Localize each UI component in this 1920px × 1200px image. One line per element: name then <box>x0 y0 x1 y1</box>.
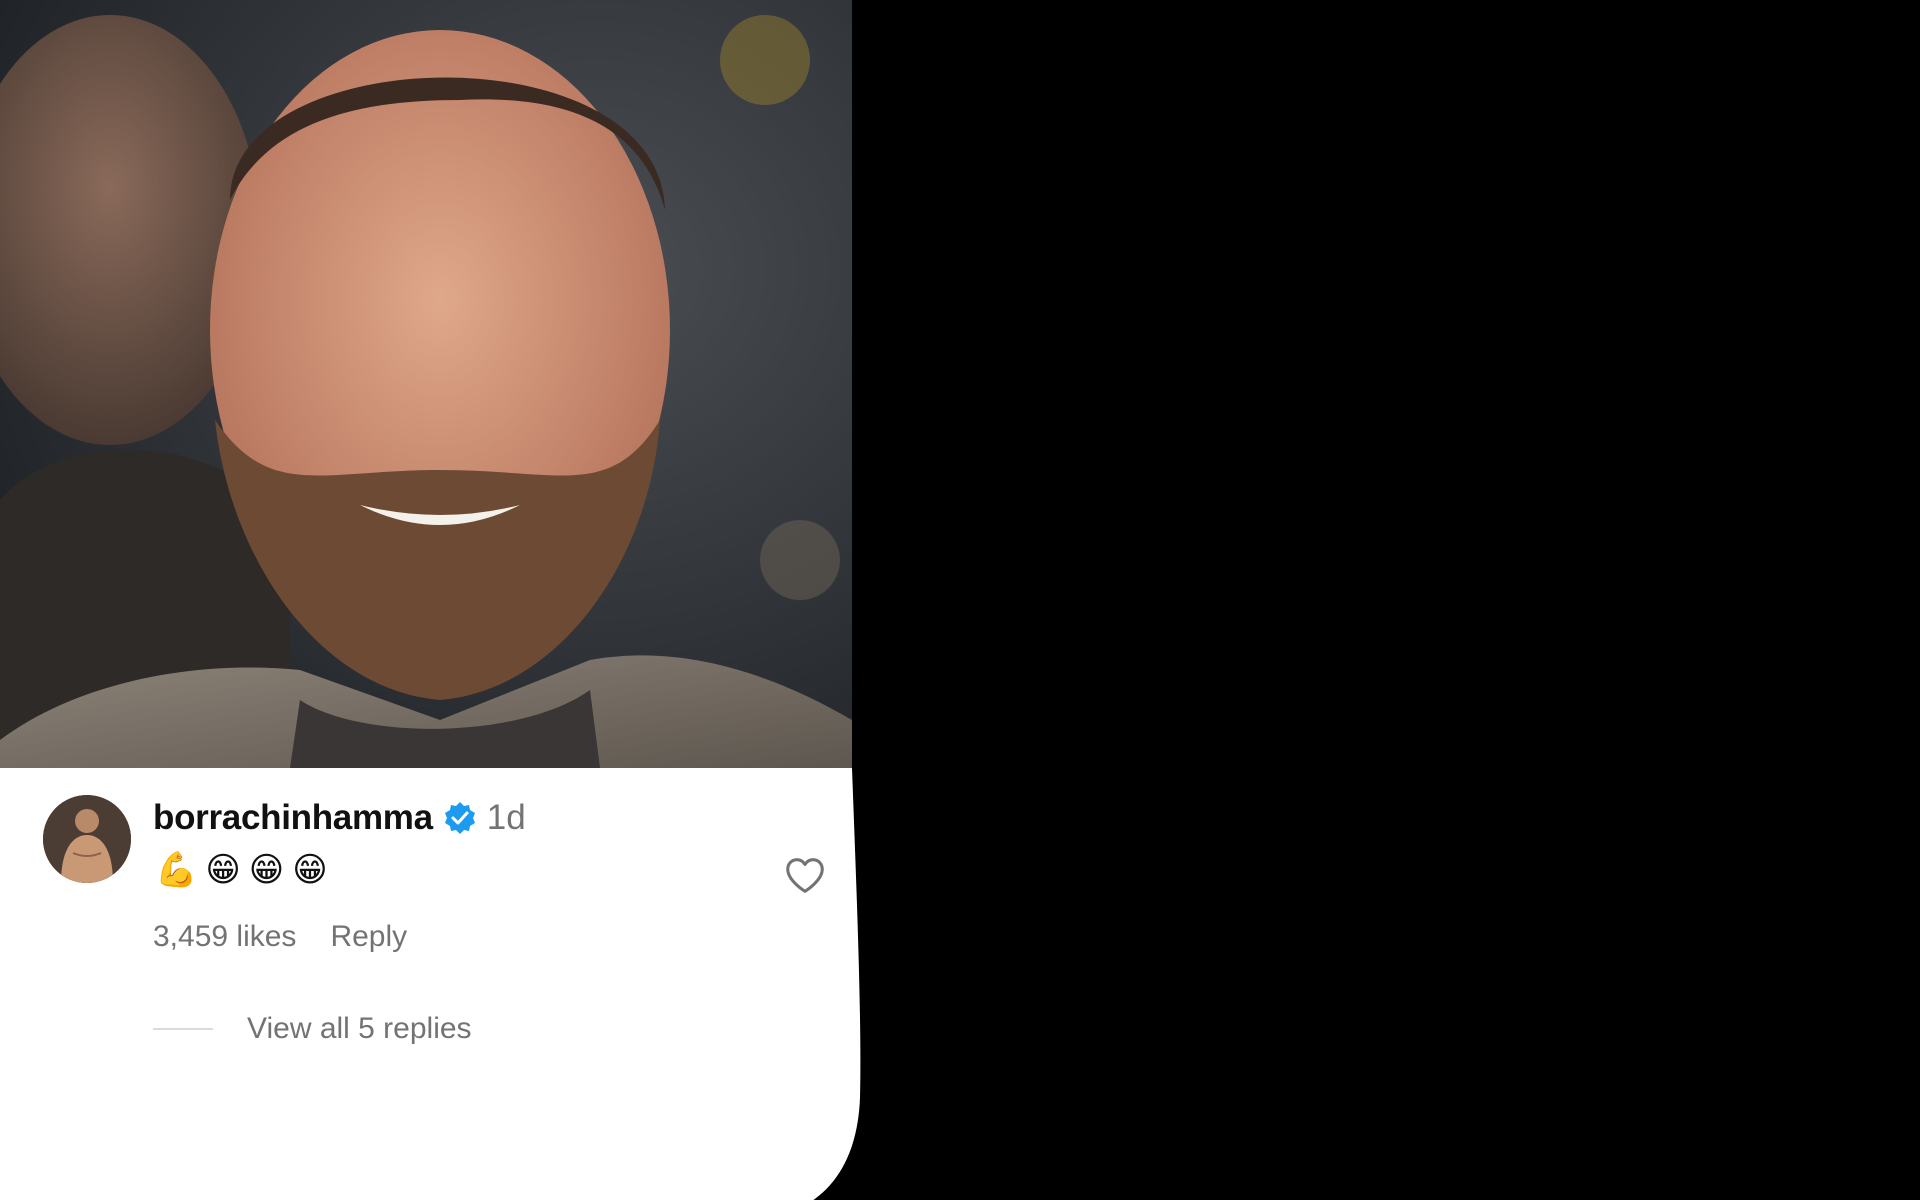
heart-outline-icon <box>782 852 828 898</box>
view-replies-button[interactable]: View all 5 replies <box>153 1012 472 1046</box>
screen: borrachinhamma 1d 💪😁😁😁 3,459 likes Reply… <box>0 0 1920 1200</box>
view-replies-label: View all 5 replies <box>247 1012 472 1045</box>
comment-header: borrachinhamma 1d <box>153 796 526 840</box>
comment-username[interactable]: borrachinhamma <box>153 798 433 838</box>
avatar[interactable] <box>43 795 131 883</box>
comment-card: borrachinhamma 1d 💪😁😁😁 3,459 likes Reply… <box>0 768 862 1200</box>
portrait-photo <box>0 0 852 768</box>
post-image <box>0 0 852 768</box>
replies-divider <box>153 1028 213 1030</box>
like-comment-button[interactable] <box>782 852 828 898</box>
comment-text: 💪😁😁😁 <box>155 850 336 890</box>
reply-button[interactable]: Reply <box>330 920 407 954</box>
avatar-image <box>43 795 131 883</box>
verified-badge-icon <box>443 801 477 835</box>
comment-likes[interactable]: 3,459 likes <box>153 920 296 954</box>
comment-timestamp: 1d <box>486 798 526 837</box>
comment-meta: 3,459 likes Reply <box>153 920 407 954</box>
